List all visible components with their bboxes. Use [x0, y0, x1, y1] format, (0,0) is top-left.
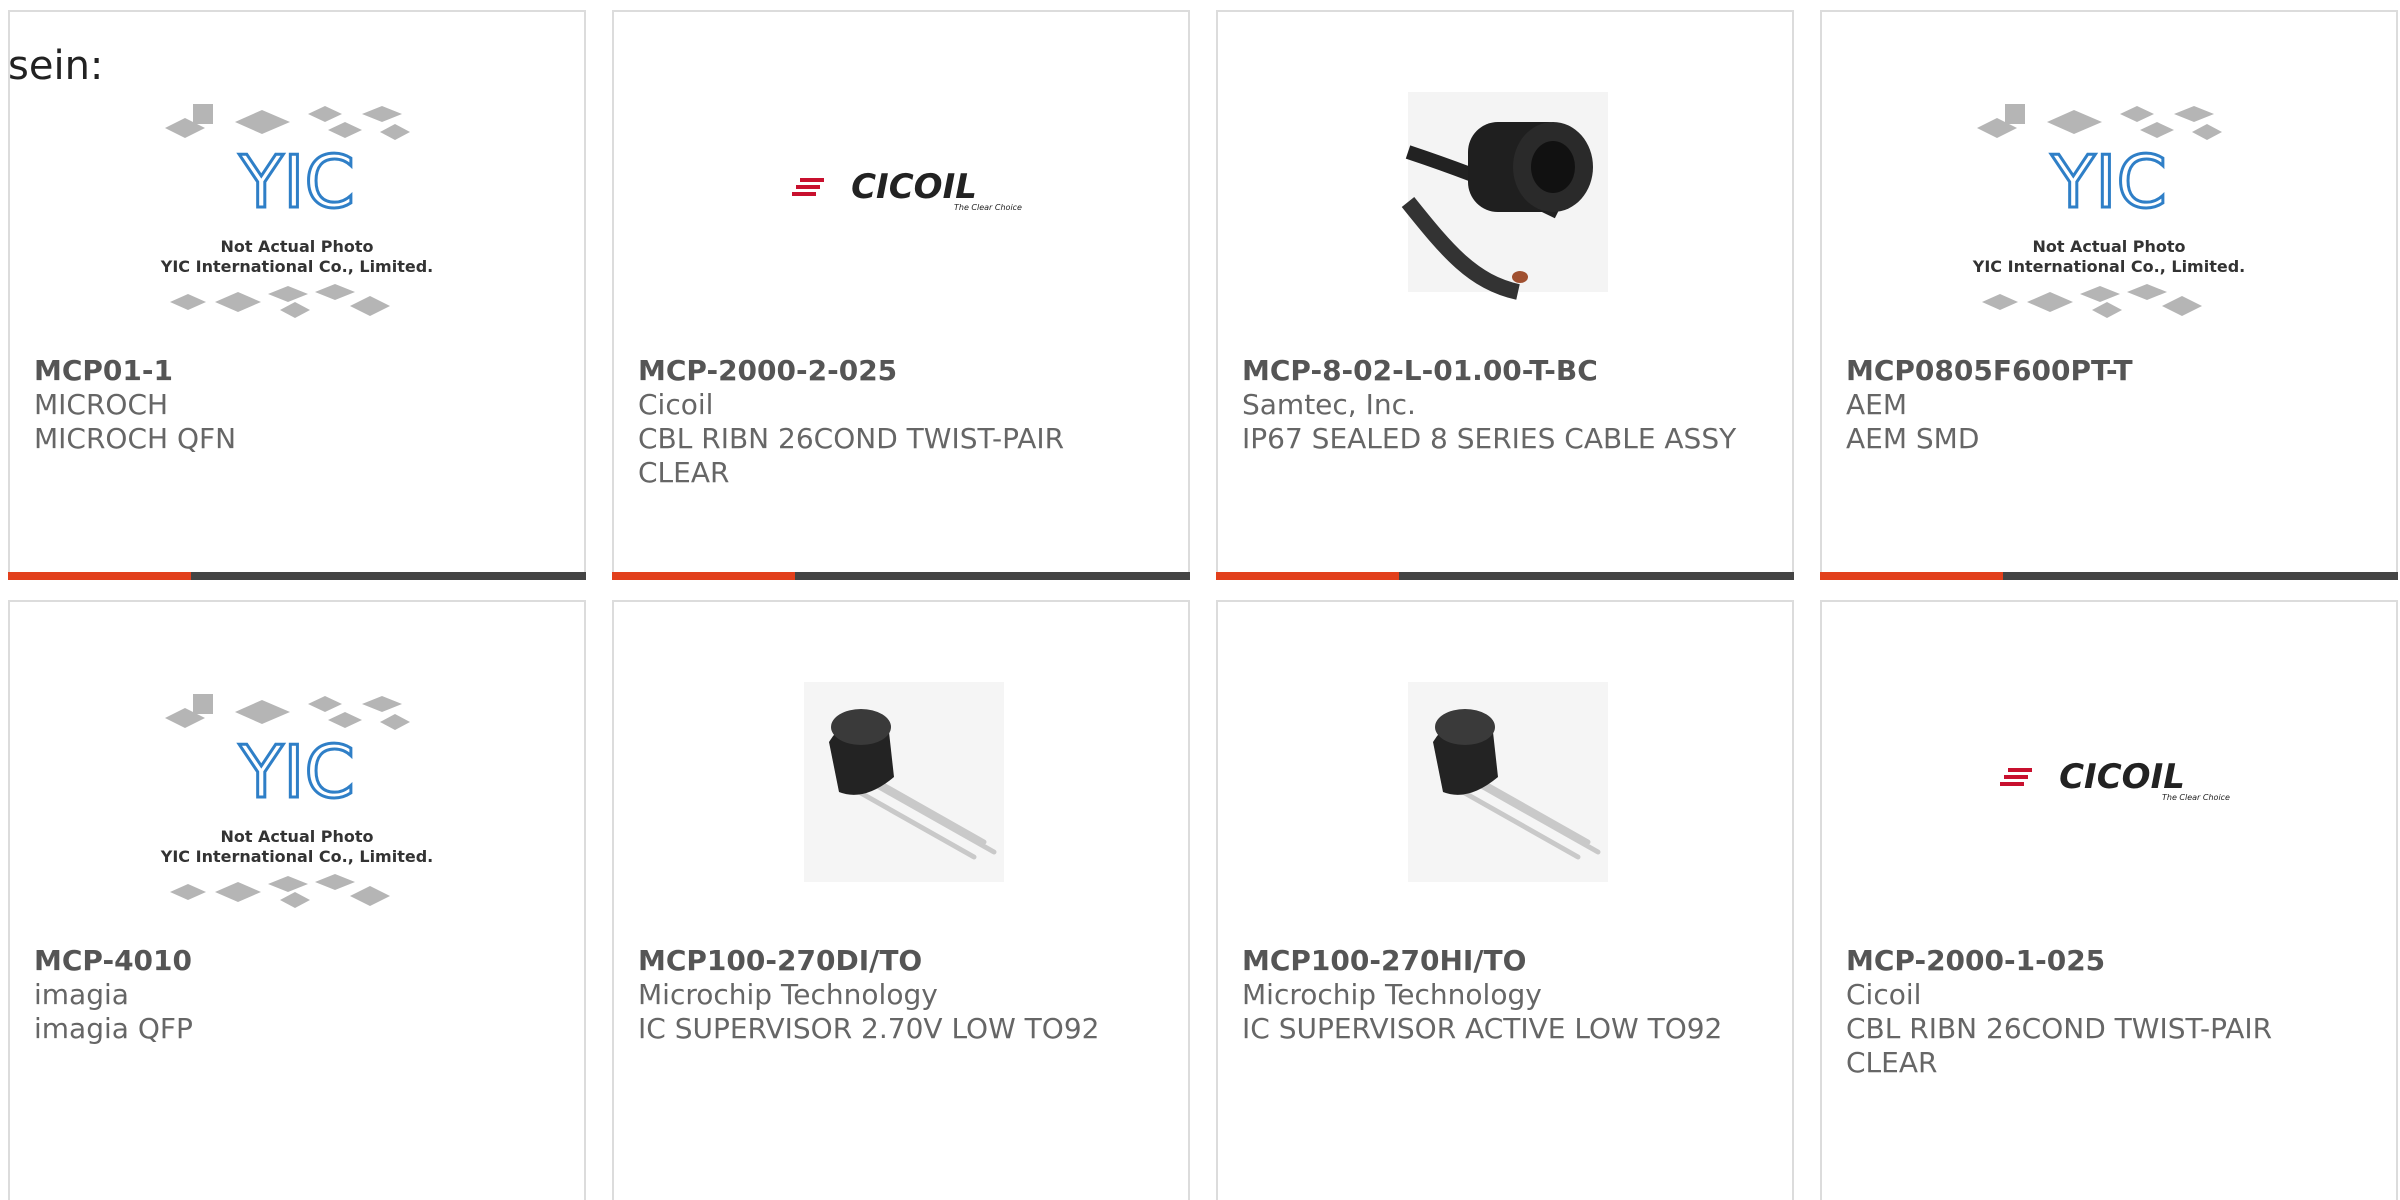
- product-image: CICOIL The Clear Choice: [614, 92, 1188, 352]
- svg-text:CICOIL: CICOIL: [2059, 757, 2185, 797]
- to92-package-icon: [804, 682, 1004, 882]
- part-number[interactable]: MCP-2000-1-025: [1846, 944, 2372, 978]
- svg-text:CICOIL: CICOIL: [851, 167, 977, 207]
- description: IC SUPERVISOR ACTIVE LOW TO92: [1242, 1012, 1723, 1045]
- product-card[interactable]: MCP-8-02-L-01.00-T-BC Samtec, Inc. IP67 …: [1216, 10, 1794, 580]
- part-number[interactable]: MCP-2000-2-025: [638, 354, 1164, 388]
- description: CBL RIBN 26COND TWIST-PAIR CLEAR: [638, 422, 1065, 489]
- description: AEM SMD: [1846, 422, 1980, 455]
- product-card[interactable]: CICOIL The Clear Choice MCP-2000-2-025 C…: [612, 10, 1190, 580]
- product-image: [614, 682, 1188, 942]
- part-number[interactable]: MCP0805F600PT-T: [1846, 354, 2372, 388]
- card-bottom-bar: [1820, 572, 2398, 580]
- manufacturer: Microchip Technology: [1242, 978, 1542, 1011]
- svg-text:YIC: YIC: [238, 140, 355, 224]
- manufacturer: AEM: [1846, 388, 1908, 421]
- svg-text:YIC: YIC: [238, 730, 355, 814]
- svg-text:Not Actual Photo: Not Actual Photo: [220, 827, 373, 846]
- description: imagia QFP: [34, 1012, 193, 1045]
- part-number[interactable]: MCP100-270DI/TO: [638, 944, 1164, 978]
- manufacturer: Microchip Technology: [638, 978, 938, 1011]
- yic-placeholder-icon: YIC Not Actual Photo YIC International C…: [160, 694, 433, 908]
- product-card[interactable]: MCP100-270DI/TO Microchip Technology IC …: [612, 600, 1190, 1200]
- description: MICROCH QFN: [34, 422, 237, 455]
- manufacturer: Cicoil: [638, 388, 714, 421]
- cicoil-logo-icon: CICOIL The Clear Choice: [2000, 757, 2230, 802]
- part-number[interactable]: MCP01-1: [34, 354, 560, 388]
- product-image: [1218, 92, 1792, 352]
- product-image: CICOIL The Clear Choice: [1822, 682, 2396, 942]
- svg-text:YIC International Co., Limited: YIC International Co., Limited.: [160, 847, 433, 866]
- manufacturer: Samtec, Inc.: [1242, 388, 1416, 421]
- to92-package-icon: [1408, 682, 1608, 882]
- description: IP67 SEALED 8 SERIES CABLE ASSY: [1242, 422, 1737, 455]
- product-card[interactable]: MCP100-270HI/TO Microchip Technology IC …: [1216, 600, 1794, 1200]
- card-bottom-bar: [612, 572, 1190, 580]
- cable-connector-icon: [1401, 92, 1608, 300]
- product-image: YIC Not Actual Photo YIC International C…: [10, 682, 584, 942]
- svg-text:Not Actual Photo: Not Actual Photo: [2032, 237, 2185, 256]
- part-number[interactable]: MCP100-270HI/TO: [1242, 944, 1768, 978]
- manufacturer: Cicoil: [1846, 978, 1922, 1011]
- svg-text:YIC International Co., Limited: YIC International Co., Limited.: [1972, 257, 2245, 276]
- product-image: YIC Not Actual Photo YIC International C…: [10, 92, 584, 352]
- part-number[interactable]: MCP-8-02-L-01.00-T-BC: [1242, 354, 1768, 388]
- svg-text:Not Actual Photo: Not Actual Photo: [220, 237, 373, 256]
- manufacturer: imagia: [34, 978, 129, 1011]
- svg-text:YIC: YIC: [2050, 140, 2167, 224]
- product-card[interactable]: YIC Not Actual Photo YIC International C…: [1820, 10, 2398, 580]
- part-number[interactable]: MCP-4010: [34, 944, 560, 978]
- yic-placeholder-icon: YIC Not Actual Photo YIC International C…: [1972, 104, 2245, 318]
- intro-text: sein:: [8, 43, 104, 89]
- yic-placeholder-icon: YIC Not Actual Photo YIC International C…: [160, 104, 433, 318]
- product-card[interactable]: CICOIL The Clear Choice MCP-2000-1-025 C…: [1820, 600, 2398, 1200]
- svg-text:The Clear Choice: The Clear Choice: [954, 203, 1022, 212]
- description: CBL RIBN 26COND TWIST-PAIR CLEAR: [1846, 1012, 2273, 1079]
- product-card[interactable]: YIC Not Actual Photo YIC International C…: [8, 10, 586, 580]
- cicoil-logo-icon: CICOIL The Clear Choice: [792, 167, 1022, 212]
- product-image: [1218, 682, 1792, 942]
- manufacturer: MICROCH: [34, 388, 169, 421]
- product-image: YIC Not Actual Photo YIC International C…: [1822, 92, 2396, 352]
- description: IC SUPERVISOR 2.70V LOW TO92: [638, 1012, 1100, 1045]
- product-card[interactable]: YIC Not Actual Photo YIC International C…: [8, 600, 586, 1200]
- card-bottom-bar: [1216, 572, 1794, 580]
- card-bottom-bar: [8, 572, 586, 580]
- svg-text:The Clear Choice: The Clear Choice: [2162, 793, 2230, 802]
- svg-text:YIC International Co., Limited: YIC International Co., Limited.: [160, 257, 433, 276]
